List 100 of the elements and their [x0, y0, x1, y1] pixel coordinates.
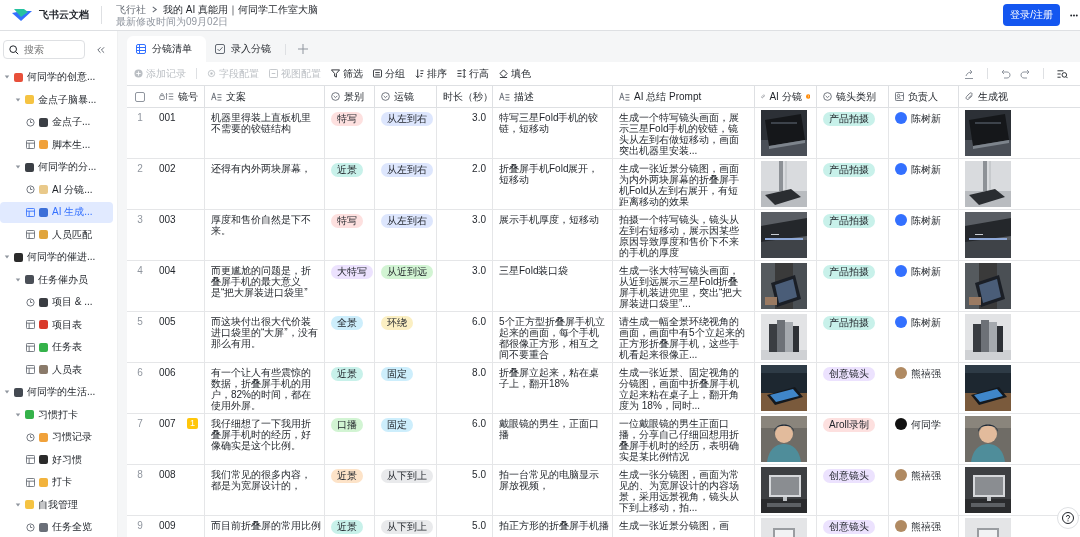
toolbar-button[interactable]: 填色	[495, 64, 535, 83]
breadcrumb-link[interactable]: 飞行社	[116, 2, 146, 16]
column-header[interactable]: 负责人	[889, 86, 959, 107]
camera-move-tag: 从下到上	[381, 520, 433, 534]
script-text: 我仔细想了一下我用折叠屏手机时的经历，好像确实是这个比例。	[211, 418, 312, 451]
shot-size-tag: 近景	[331, 367, 363, 381]
column-header[interactable]: 描述	[493, 86, 613, 107]
logo-icon	[12, 7, 32, 23]
tree-item[interactable]: 好习惯	[0, 449, 113, 470]
text-field-icon	[211, 92, 222, 101]
tree-item[interactable]: 金点子...	[0, 112, 113, 133]
prompt-text: 生成一张分镜图，画面为常见的、为宽屏设计的内容场景，采用远景视角，镜头从下到上移动，拍...	[619, 469, 740, 513]
column-header[interactable]: 运镜	[375, 86, 437, 107]
duration-value: 3.0	[472, 265, 486, 276]
shot-number: 003	[159, 214, 176, 225]
description-text: 5个正方型折叠屏手机立起来的画面，每个手机都很像正方形，相互之间不要重合	[499, 316, 606, 360]
clock-icon	[26, 297, 35, 307]
redo-icon[interactable]	[1020, 68, 1030, 79]
tree-item[interactable]: 打卡	[0, 472, 113, 493]
shot-size-tag: 特写	[331, 112, 363, 126]
column-header[interactable]: 时长（秒）	[437, 86, 493, 107]
tree-item[interactable]: 何同学的催进...	[0, 247, 113, 268]
warning-icon	[805, 92, 810, 101]
shot-category-tag: 产品拍摄	[823, 112, 875, 126]
row-number: 8	[137, 469, 143, 480]
tree-item[interactable]: 金点子脑暴...	[0, 89, 113, 110]
tree-item[interactable]: 脚本生...	[0, 134, 113, 155]
description-text: 三星Fold装口袋	[499, 265, 570, 276]
column-header[interactable]: 镜号	[153, 86, 205, 107]
tree-item[interactable]: AI 生成...	[0, 202, 113, 223]
row-number: 3	[137, 214, 143, 225]
duration-value: 3.0	[472, 214, 486, 225]
view-tab[interactable]: 分镜清单	[127, 36, 206, 62]
tree-item[interactable]: 习惯打卡	[0, 404, 113, 425]
shot-category-tag: Aroll录制	[823, 418, 875, 432]
table-icon	[26, 342, 35, 352]
column-header[interactable]: 镜头类别	[817, 86, 889, 107]
collapse-icon[interactable]	[96, 45, 105, 54]
camera-move-tag: 固定	[381, 418, 413, 432]
column-header[interactable]: AI 分镜	[755, 86, 817, 107]
search-icon[interactable]	[1057, 68, 1068, 79]
tree-item[interactable]: AI 分镜...	[0, 179, 113, 200]
camera-move-tag: 从下到上	[381, 469, 433, 483]
shot-category-tag: 创意镜头	[823, 520, 875, 534]
tree-item[interactable]: 项目表	[0, 314, 113, 335]
shot-size-tag: 近景	[331, 163, 363, 177]
share-icon[interactable]	[964, 68, 974, 79]
tree-item[interactable]: 自我管理	[0, 494, 113, 515]
owner-name: 陈树新	[911, 316, 941, 330]
tree-item[interactable]: 人员匹配	[0, 224, 113, 245]
tree-item[interactable]: 何同学的创意...	[0, 67, 113, 88]
tree-item[interactable]: 何同学的分...	[0, 157, 113, 178]
view-tab[interactable]: 录入分镜	[206, 36, 285, 62]
column-header[interactable]: 景别	[325, 86, 375, 107]
tree-item[interactable]: 习惯记录	[0, 427, 113, 448]
tree-item[interactable]: 人员表	[0, 359, 113, 380]
description-text: 戴眼镜的男生，正面口播	[499, 418, 600, 440]
description-text: 展示手机厚度，短移动	[499, 214, 600, 225]
owner-name: 陈树新	[911, 163, 941, 177]
row-number: 2	[137, 163, 143, 174]
tree-item[interactable]: 何同学的生活...	[0, 382, 113, 403]
search-field[interactable]: 搜索	[3, 40, 85, 59]
description-text: 折叠屏手机Fold展开，短移动	[499, 163, 600, 185]
prompt-text: 生成一个特写镜头画面，展示三星Fold手机的铰链，镜头从左到右做短移动，画面突出机器里安装...	[619, 112, 740, 156]
prompt-text: 一位戴眼镜的男生正面口播，分享自己仔细回想用折叠屏手机时的经历，表明确实是某比例情况	[619, 418, 740, 462]
description-text: 折叠屏立起来，粘在桌子上，翻开18%	[499, 367, 600, 389]
toolbar-button[interactable]: 行高	[453, 64, 493, 83]
tree-item[interactable]: 任务表	[0, 337, 113, 358]
help-icon[interactable]	[1057, 507, 1079, 529]
duration-value: 6.0	[472, 316, 486, 327]
tree-item[interactable]: 项目 & ...	[0, 292, 113, 313]
column-header[interactable]: AI 总结 Prompt	[613, 86, 755, 107]
column-header[interactable]: 生成视	[959, 86, 1080, 107]
script-text: 而这块付出很大代价装进口袋里的“大屏”，没有那么有用。	[211, 316, 318, 349]
row-number: 4	[137, 265, 143, 276]
duration-value: 6.0	[472, 418, 486, 429]
script-text: 机器里得装上直板机里不需要的铰链结构	[211, 112, 312, 134]
shot-size-tag: 口播	[331, 418, 363, 432]
tree-item[interactable]: 任务全览	[0, 517, 113, 537]
undo-icon[interactable]	[1001, 68, 1011, 79]
toolbar-button[interactable]: 筛选	[327, 64, 367, 83]
toolbar-button[interactable]: 分组	[369, 64, 409, 83]
column-header[interactable]: 文案	[205, 86, 325, 107]
table-icon	[26, 207, 35, 217]
tree-item[interactable]: 任务催办员	[0, 269, 113, 290]
shot-size-tag: 特写	[331, 214, 363, 228]
text-field-icon	[499, 92, 510, 101]
text-field-icon	[619, 92, 630, 101]
paperclip-icon	[761, 92, 766, 101]
shot-category-tag: 创意镜头	[823, 367, 875, 381]
duration-value: 5.0	[472, 469, 486, 480]
row-height-icon	[457, 69, 466, 78]
select-all-checkbox[interactable]	[135, 91, 145, 102]
login-button[interactable]: 登录/注册	[1003, 4, 1060, 26]
script-text: 厚度和售价自然是下不来。	[211, 214, 312, 236]
shot-size-tag: 近景	[331, 469, 363, 483]
script-text: 我们常见的很多内容，都是为宽屏设计的，	[211, 469, 312, 491]
more-icon[interactable]	[1070, 13, 1078, 17]
toolbar-button[interactable]: 排序	[411, 64, 451, 83]
shot-number: 004	[159, 265, 176, 276]
